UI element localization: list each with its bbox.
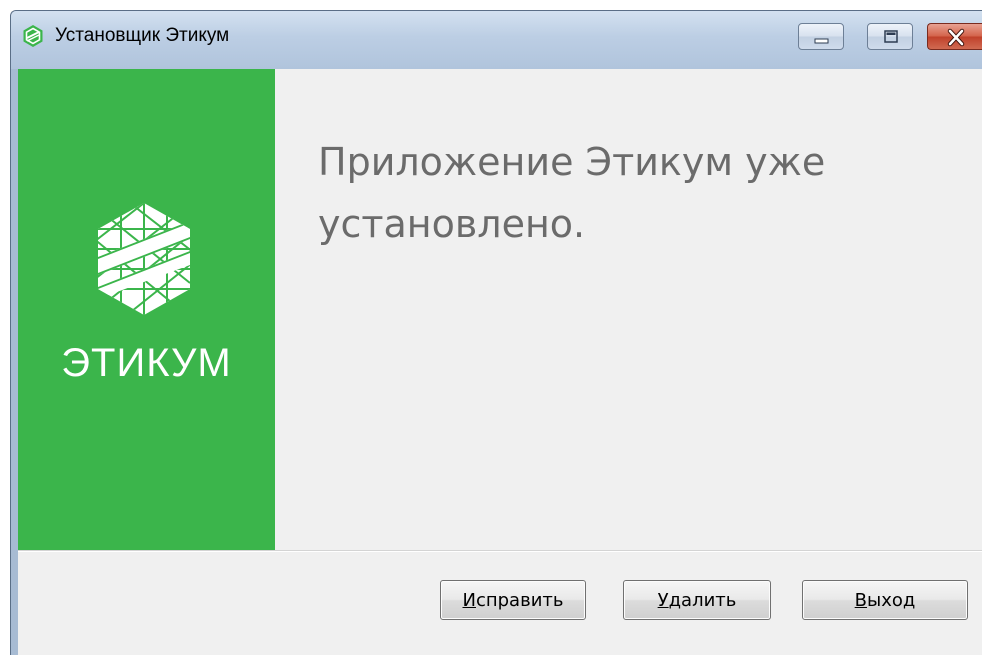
maximize-icon <box>884 30 898 43</box>
repair-button[interactable]: Исправить <box>440 580 586 620</box>
remove-button[interactable]: Удалить <box>623 580 771 620</box>
minimize-button[interactable] <box>798 23 844 50</box>
etikum-logo-icon <box>98 203 190 315</box>
installer-content: ЭТИКУМ Приложение Этикум уже установлено… <box>18 69 982 655</box>
title-bar[interactable]: Установщик Этикум <box>11 11 982 69</box>
brand-banner: ЭТИКУМ <box>18 69 275 550</box>
close-button[interactable] <box>927 23 982 50</box>
brand-wordmark: ЭТИКУМ <box>61 341 232 385</box>
remove-label: далить <box>668 589 737 611</box>
exit-label: ыход <box>867 589 916 611</box>
exit-button[interactable]: Выход <box>802 580 968 620</box>
window-title: Установщик Этикум <box>55 25 230 46</box>
installer-window: Установщик Этикум ЭТИКУМ Приложение Этик… <box>10 10 982 655</box>
maximize-button[interactable] <box>867 23 913 50</box>
status-heading: Приложение Этикум уже установлено. <box>318 140 826 246</box>
repair-label: справить <box>475 589 564 611</box>
remove-accelerator: У <box>657 589 669 611</box>
close-icon <box>947 28 965 47</box>
exit-accelerator: В <box>854 589 868 611</box>
minimize-icon <box>814 38 829 44</box>
etikum-logo-icon <box>23 25 43 47</box>
footer-divider <box>18 550 982 552</box>
repair-accelerator: И <box>462 589 476 611</box>
